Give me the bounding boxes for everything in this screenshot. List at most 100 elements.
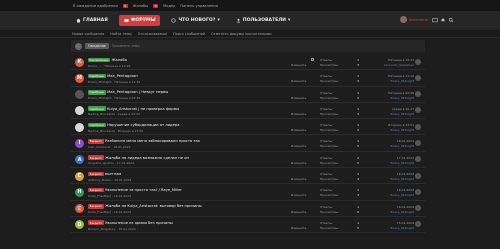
nav-home[interactable]: ГЛАВНАЯ: [71, 15, 113, 26]
thread-title[interactable]: Закрыто Жалоба на Kulya_Aristocrat: выго…: [88, 204, 248, 209]
edit-link[interactable]: Изменить: [291, 193, 306, 197]
user-menu[interactable]: Username: [399, 16, 428, 23]
thread-title-text[interactable]: Увольнение за просто так! / Raye_Miller: [105, 188, 182, 192]
edit-link[interactable]: Изменить: [291, 112, 306, 116]
nav-forums[interactable]: ФОРУМЫ: [118, 15, 161, 26]
edit-link[interactable]: Изменить: [291, 161, 306, 165]
avatar[interactable]: [415, 221, 421, 228]
table-row[interactable]: M Одобрено Max_Pentagoran Evans_Midnight…: [71, 70, 425, 87]
avatar[interactable]: [75, 106, 84, 116]
nav-whats-new[interactable]: ЧТО НОВОГО? ▾: [166, 15, 224, 26]
edit-link[interactable]: Изменить: [291, 128, 306, 132]
thread-title-text[interactable]: Жалоба на лидера возможно сделал не он: [105, 156, 189, 160]
avatar[interactable]: C: [75, 204, 84, 214]
thread-author[interactable]: Angelina_Ignatov: [88, 161, 114, 165]
thread-author[interactable]: Nadine_Brookside: [88, 112, 115, 116]
avatar[interactable]: [75, 90, 84, 100]
last-post-user[interactable]: Evans_Midnight: [369, 161, 414, 166]
edit-link[interactable]: Изменить: [291, 144, 306, 148]
edit-link[interactable]: Изменить: [291, 226, 306, 230]
thread-title-text[interactable]: Увольнение из армии без причины: [105, 221, 173, 225]
avatar[interactable]: M: [75, 73, 84, 83]
reports-link[interactable]: Жалобы: [133, 4, 149, 8]
bell-icon[interactable]: [440, 17, 446, 23]
subnav-watched[interactable]: Отслеживаемые: [138, 32, 168, 36]
avatar[interactable]: [415, 205, 421, 212]
thread-title[interactable]: Закрыто Увольнение из армии без причины: [88, 220, 248, 226]
avatar[interactable]: A: [75, 155, 84, 165]
thread-author[interactable]: Nadine_Brookside: [88, 129, 115, 133]
avatar[interactable]: [75, 122, 84, 132]
table-row[interactable]: A Закрыто Жалоба на лидера возможно сдел…: [71, 152, 425, 169]
avatar[interactable]: C: [75, 171, 84, 181]
last-post-user[interactable]: Evans_Midnight: [369, 226, 414, 231]
thread-author[interactable]: Ivan_Aristocrat: [88, 145, 111, 149]
last-post-user[interactable]: Evans_Midnight: [369, 96, 414, 101]
subnav-mark-read[interactable]: Отметить форумы прочитанными: [211, 32, 272, 36]
subnav-search-posts[interactable]: Поиск сообщений: [173, 32, 205, 36]
last-post-user[interactable]: Evans_Midnight: [369, 112, 414, 117]
avatar[interactable]: [415, 123, 421, 130]
edit-link[interactable]: Изменить: [291, 79, 306, 83]
thread-title-text[interactable]: Жалоба на Kulya_Aristocrat: выговор без …: [105, 204, 202, 208]
avatar[interactable]: D: [75, 220, 84, 230]
thread-title[interactable]: Одобрено Max_Pentagoran: [88, 73, 248, 79]
thread-title[interactable]: Закрыто вьетнам: [88, 171, 248, 177]
table-row[interactable]: D Закрыто Увольнение из армии без причин…: [71, 217, 425, 234]
thread-title[interactable]: Рассмотрено Жалоба: [88, 57, 248, 63]
thread-title-text[interactable]: Жалоба: [111, 58, 126, 62]
nav-users[interactable]: ПОЛЬЗОВАТЕЛИ ▾: [231, 15, 296, 26]
last-post-user[interactable]: Evans_Midnight: [369, 210, 414, 215]
thread-title[interactable]: Закрыто Увольнение за просто так! / Raye…: [88, 187, 248, 193]
table-row[interactable]: H Закрыто Увольнение за просто так! / Ra…: [71, 184, 425, 201]
last-post-user[interactable]: Evans_Midnight: [369, 144, 414, 149]
avatar[interactable]: [415, 188, 421, 195]
thread-author[interactable]: Evans_Midnight: [88, 80, 112, 84]
table-row[interactable]: C Закрыто вьетнам Anthony_Ballon · 16.01…: [71, 168, 425, 185]
avatar[interactable]: [415, 156, 421, 163]
search-icon[interactable]: [448, 17, 454, 23]
thread-title-text[interactable]: Kulya_Aristocrat | не проверка формы: [107, 107, 179, 111]
thread-author[interactable]: Dolbi_Friedfield: [88, 210, 111, 214]
avatar[interactable]: H: [75, 187, 84, 197]
thread-title-text[interactable]: Max_Pentagoran | Невруг нервы: [107, 90, 168, 94]
avatar[interactable]: [415, 172, 421, 179]
thread-title-text[interactable]: Разбаните меня меня заблокировали просто…: [105, 139, 200, 143]
edit-link[interactable]: Изменить: [291, 63, 306, 67]
edit-link[interactable]: Изменить: [291, 177, 306, 181]
avatar[interactable]: K: [75, 57, 84, 67]
table-row[interactable]: I Закрыто Разбаните меня меня заблокиров…: [71, 135, 425, 152]
thread-author[interactable]: Evans_Midnight: [88, 96, 112, 100]
thread-author[interactable]: Bonson_Kingsbury: [88, 227, 116, 231]
pending-link[interactable]: В ожидании одобрения: [73, 4, 118, 8]
admin-panel-link[interactable]: Панель управления: [180, 4, 217, 8]
thread-title[interactable]: Одобрено Нарушение субординации от лидер…: [88, 122, 248, 128]
avatar[interactable]: [415, 139, 421, 146]
subnav-new-posts[interactable]: Новые сообщения: [72, 32, 104, 36]
last-post-user[interactable]: Leonardo_Sebastian: [369, 63, 414, 68]
avatar[interactable]: [415, 58, 421, 65]
table-row[interactable]: K Рассмотрено Жалоба Кокос_... · Пятница…: [71, 54, 425, 71]
edit-link[interactable]: Изменить: [291, 210, 306, 214]
thread-title[interactable]: Одобрено Max_Pentagoran | Невруг нервы: [88, 90, 248, 95]
avatar[interactable]: [415, 91, 421, 98]
last-post-user[interactable]: Evans_Midnight: [369, 128, 414, 133]
thread-title-text[interactable]: Max_Pentagoran: [107, 74, 138, 78]
edit-link[interactable]: Изменить: [291, 96, 306, 100]
subnav-find-threads[interactable]: Найти темы: [110, 32, 131, 36]
avatar[interactable]: [415, 74, 421, 81]
avatar[interactable]: [415, 107, 421, 114]
last-post-user[interactable]: Evans_Midnight: [369, 177, 414, 182]
thread-title[interactable]: Закрыто Разбаните меня меня заблокировал…: [88, 138, 248, 144]
thread-title[interactable]: Одобрено Kulya_Aristocrat | не проверка …: [88, 106, 248, 111]
last-post-user[interactable]: Evans_Midnight: [369, 79, 414, 84]
mail-icon[interactable]: [432, 17, 438, 23]
table-row[interactable]: Одобрено Kulya_Aristocrat | не проверка …: [71, 103, 425, 120]
filter-placeholder[interactable]: Запомнить темы: [112, 44, 140, 48]
filter-tag[interactable]: Ожидание: [85, 43, 109, 49]
thread-title-text[interactable]: Нарушение субординации от лидера: [107, 123, 179, 127]
thread-title[interactable]: Закрыто Жалоба на лидера возможно сделал…: [88, 155, 248, 160]
avatar[interactable]: I: [75, 138, 84, 148]
thread-author[interactable]: Кокос_...: [88, 64, 102, 68]
moder-link[interactable]: Модер: [163, 4, 175, 8]
